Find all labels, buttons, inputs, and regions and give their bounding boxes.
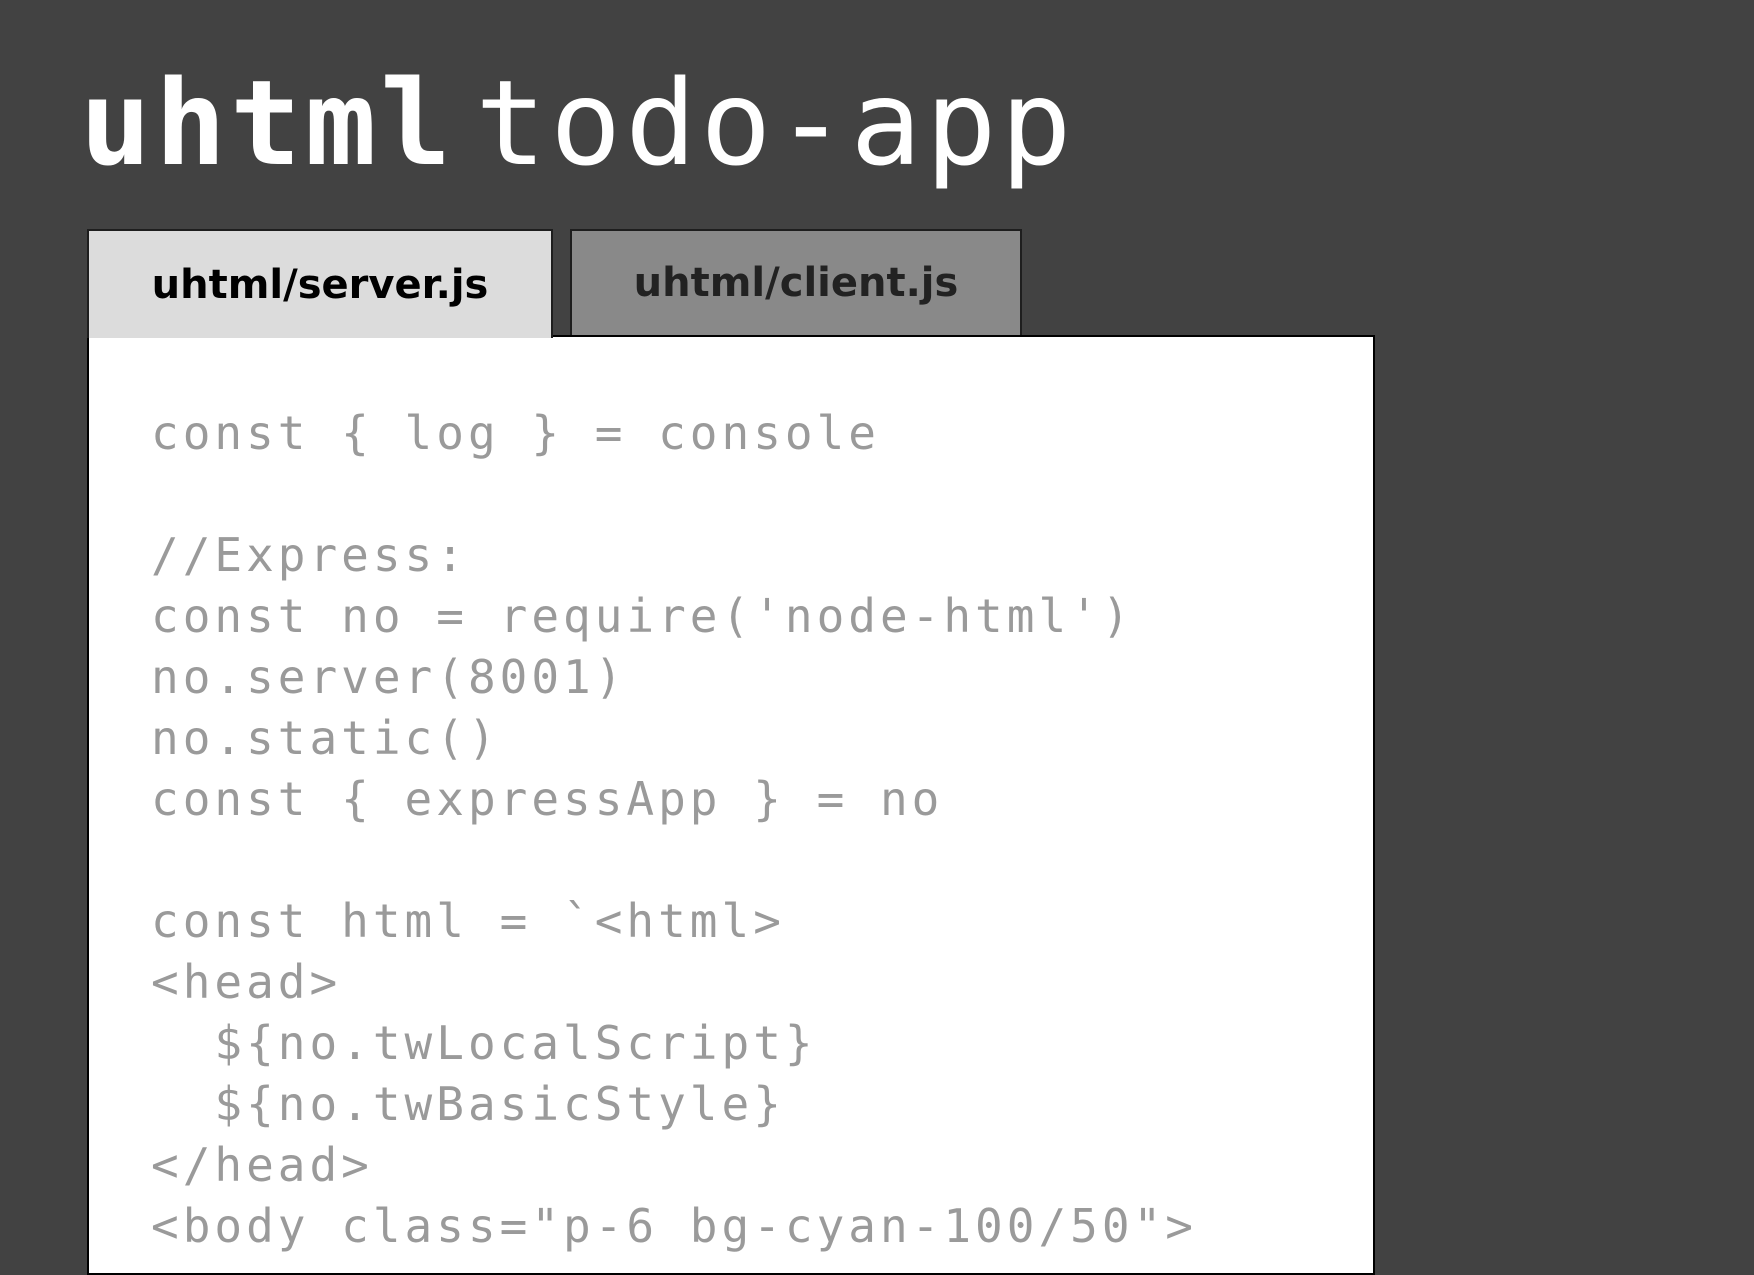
code-line: const { expressApp } = no bbox=[151, 772, 944, 826]
code-line: <head> bbox=[151, 955, 342, 1009]
code-line: //Express: bbox=[151, 528, 468, 582]
tab-server-js[interactable]: uhtml/server.js bbox=[87, 229, 553, 338]
tab-client-js[interactable]: uhtml/client.js bbox=[570, 229, 1022, 335]
code-line: const { log } = console bbox=[151, 406, 880, 460]
code-panel[interactable]: const { log } = console //Express: const n… bbox=[87, 335, 1375, 1275]
page-title-light: todo-app bbox=[475, 54, 1076, 192]
code-block: const { log } = console //Express: const n… bbox=[151, 403, 1197, 1257]
code-line: ${no.twBasicStyle} bbox=[151, 1077, 785, 1131]
code-line: const no = require('node-html') bbox=[151, 589, 1134, 643]
tab-server-js-label: uhtml/server.js bbox=[151, 261, 489, 308]
code-line: no.static() bbox=[151, 711, 500, 765]
code-line: <body class="p-6 bg-cyan-100/50"> bbox=[151, 1199, 1197, 1253]
code-line: </head> bbox=[151, 1138, 373, 1192]
tab-client-js-label: uhtml/client.js bbox=[633, 260, 959, 306]
code-line: ${no.twLocalScript} bbox=[151, 1016, 817, 1070]
code-line: const html = `<html> bbox=[151, 894, 785, 948]
code-line: no.server(8001) bbox=[151, 650, 627, 704]
page-title: uhtml todo-app bbox=[80, 48, 1076, 198]
page-title-bold: uhtml bbox=[80, 54, 456, 192]
